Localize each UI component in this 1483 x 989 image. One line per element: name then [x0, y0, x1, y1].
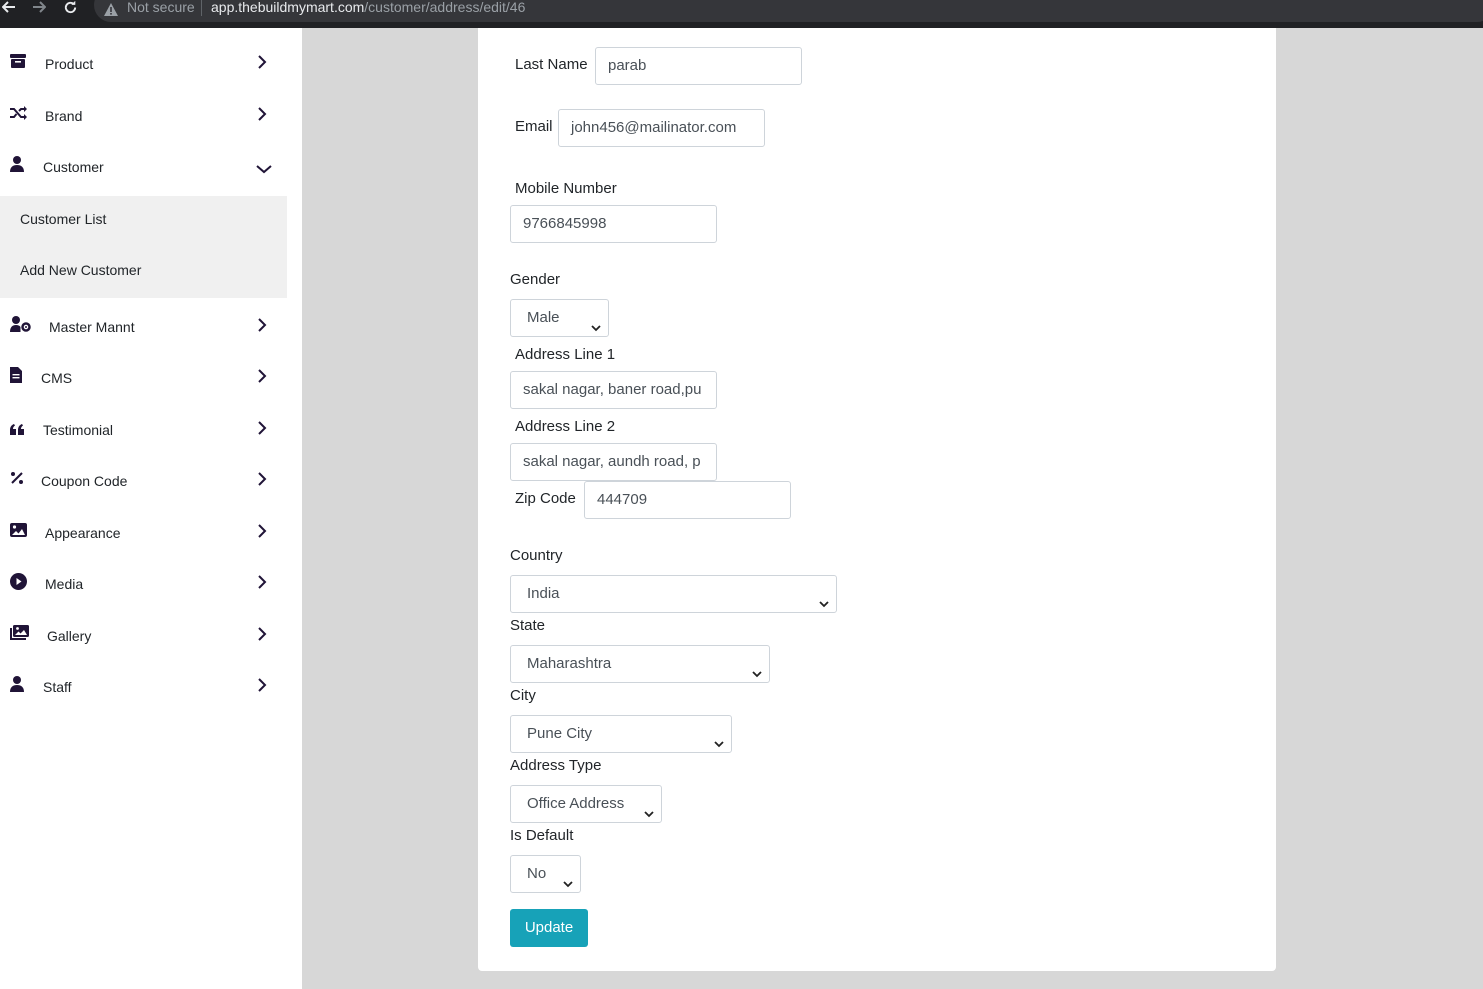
chevron-right-icon [255, 677, 269, 692]
sidebar-item-media[interactable]: Media [0, 559, 287, 609]
sidebar-item-label: Brand [45, 108, 83, 124]
images-icon [10, 625, 29, 643]
gender-label: Gender [510, 271, 561, 288]
is-default-label: Is Default [510, 827, 574, 844]
country-select[interactable]: India [510, 575, 837, 613]
address-line-2-label: Address Line 2 [515, 418, 616, 435]
shuffle-icon [10, 105, 28, 123]
sidebar-item-testimonial[interactable]: Testimonial [0, 405, 287, 455]
gender-select-value: Male [527, 309, 560, 326]
sidebar-item-master-mannt[interactable]: Master Mannt [0, 302, 287, 352]
chevron-right-icon [255, 471, 269, 486]
country-select-value: India [527, 585, 560, 602]
sidebar-item-coupon-code[interactable]: Coupon Code [0, 456, 287, 506]
last-name-input[interactable]: parab [595, 47, 802, 85]
sidebar-item-customer[interactable]: Customer [0, 142, 287, 192]
chevron-right-icon [255, 106, 269, 121]
email-label: Email [515, 118, 553, 135]
country-label: Country [510, 547, 563, 564]
submenu-item-customer-list[interactable]: Customer List [20, 211, 106, 227]
submenu-item-add-new-customer[interactable]: Add New Customer [20, 262, 141, 278]
browser-toolbar: Not secure app.thebuildmymart.com/custom… [0, 0, 1483, 28]
quote-icon [10, 420, 28, 438]
chevron-down-icon [751, 658, 763, 678]
user-gear-icon [10, 316, 31, 334]
sidebar-item-brand[interactable]: Brand [0, 91, 287, 141]
email-input[interactable]: john456@mailinator.com [558, 109, 765, 147]
address-type-select-value: Office Address [527, 795, 625, 812]
mobile-number-label: Mobile Number [515, 180, 617, 197]
sidebar-item-label: Coupon Code [41, 473, 128, 489]
sidebar: Product Brand Customer Customer List Add… [0, 28, 302, 989]
city-label: City [510, 687, 536, 704]
address-line-1-input[interactable]: sakal nagar, baner road,pu [510, 371, 717, 409]
city-select-value: Pune City [527, 725, 593, 742]
sidebar-item-label: Testimonial [43, 422, 114, 438]
chevron-right-icon [255, 626, 269, 641]
sidebar-item-staff[interactable]: Staff [0, 662, 287, 712]
chevron-down-icon [713, 728, 725, 748]
chevron-down-icon [818, 588, 830, 608]
sidebar-item-product[interactable]: Product [0, 39, 287, 89]
address-line-2-input[interactable]: sakal nagar, aundh road, p [510, 443, 717, 481]
state-label: State [510, 617, 546, 634]
security-label[interactable]: Not secure [127, 0, 195, 15]
chevron-right-icon [255, 523, 269, 538]
chevron-right-icon [255, 420, 269, 435]
gender-select[interactable]: Male [510, 299, 609, 337]
url-divider [201, 0, 202, 16]
reload-icon[interactable] [63, 0, 78, 16]
zip-code-input[interactable]: 444709 [584, 481, 791, 519]
address-line-1-label: Address Line 1 [515, 346, 616, 363]
sidebar-item-appearance[interactable]: Appearance [0, 508, 287, 558]
sidebar-item-label: Master Mannt [49, 319, 135, 335]
sidebar-item-cms[interactable]: CMS [0, 353, 287, 403]
update-button[interactable]: Update [510, 909, 588, 947]
state-select-value: Maharashtra [527, 655, 612, 672]
sidebar-item-gallery[interactable]: Gallery [0, 611, 287, 661]
chevron-right-icon [255, 368, 269, 383]
is-default-select-value: No [527, 865, 547, 882]
chevron-right-icon [255, 317, 269, 332]
chevron-down-icon [562, 868, 574, 888]
archive-icon [10, 53, 28, 71]
sidebar-item-label: Media [45, 576, 84, 592]
state-select[interactable]: Maharashtra [510, 645, 770, 683]
url-path: /customer/address/edit/46 [364, 0, 526, 15]
chevron-right-icon [255, 54, 269, 69]
url-host: app.thebuildmymart.com [211, 0, 365, 15]
chevron-down-icon [643, 798, 655, 818]
customer-submenu: Customer List Add New Customer [0, 196, 287, 298]
play-circle-icon [10, 573, 28, 591]
image-icon [10, 522, 28, 540]
zip-code-label: Zip Code [515, 490, 576, 507]
chevron-down-icon [256, 160, 272, 174]
percent-icon [10, 470, 28, 488]
sidebar-item-label: Appearance [45, 525, 121, 541]
user-icon [10, 156, 28, 174]
sidebar-item-label: Staff [43, 679, 72, 695]
sidebar-item-label: Customer [43, 159, 104, 175]
chevron-right-icon [255, 574, 269, 589]
sidebar-item-label: CMS [41, 370, 73, 386]
warning-icon[interactable] [104, 1, 118, 16]
user-icon [10, 676, 28, 694]
city-select[interactable]: Pune City [510, 715, 732, 753]
back-icon[interactable] [1, 0, 16, 16]
forward-icon[interactable] [32, 0, 47, 16]
sidebar-item-label: Gallery [47, 628, 92, 644]
last-name-label: Last Name [515, 56, 588, 73]
mobile-number-input[interactable]: 9766845998 [510, 205, 717, 243]
url-text[interactable]: app.thebuildmymart.com/customer/address/… [211, 0, 525, 15]
address-type-select[interactable]: Office Address [510, 785, 662, 823]
address-type-label: Address Type [510, 757, 602, 774]
file-icon [10, 367, 28, 385]
is-default-select[interactable]: No [510, 855, 581, 893]
sidebar-item-label: Product [45, 56, 94, 72]
chevron-down-icon [590, 312, 602, 332]
